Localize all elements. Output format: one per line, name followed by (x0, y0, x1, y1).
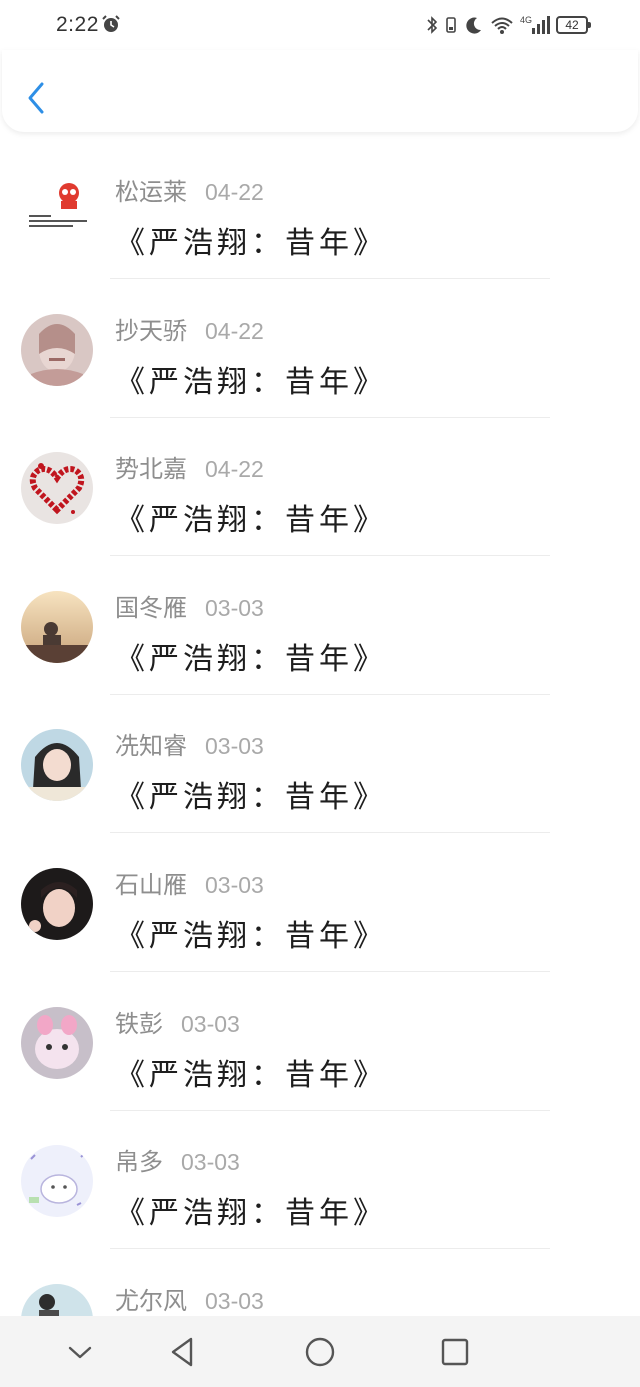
girl-avatar[interactable] (21, 729, 93, 802)
sender-name: 铁彭 (115, 1009, 163, 1038)
home-circle-icon[interactable] (302, 1334, 338, 1370)
item-meta: 石山雁 03-03 (115, 865, 264, 900)
sender-name: 松运莱 (115, 178, 187, 206)
sender-name: 势北嘉 (115, 455, 187, 484)
sender-name: 石山雁 (115, 870, 187, 899)
item-date: 03-03 (205, 1287, 264, 1314)
item-date: 03-03 (205, 733, 264, 760)
item-meta: 帛多 03-03 (115, 1142, 240, 1177)
sender-name: 尤尔风 (115, 1286, 187, 1315)
system-navbar (0, 1316, 640, 1387)
item-message: 《严浩翔：昔年》 (115, 503, 387, 539)
item-meta: 国冬雁 03-03 (115, 588, 264, 623)
item-message: 《严浩翔：昔年》 (115, 641, 387, 677)
item-date: 04-22 (205, 179, 264, 205)
app-header (2, 50, 638, 132)
heart-avatar[interactable] (21, 452, 93, 525)
list-item[interactable]: 铁彭 03-03 《严浩翔：昔年》 (0, 972, 640, 1111)
bluetooth-icon (427, 16, 438, 34)
item-date: 03-03 (205, 871, 264, 898)
list-item[interactable]: 帛多 03-03 《严浩翔：昔年》 (0, 1110, 640, 1250)
item-date: 03-03 (181, 1149, 240, 1176)
sender-name: 国冬雁 (115, 593, 187, 622)
list-item[interactable]: 势北嘉 04-22 《严浩翔：昔年》 (0, 417, 640, 557)
plush-avatar[interactable] (21, 1006, 93, 1079)
battery-icon: 42 (556, 16, 591, 34)
sender-name: 抄天骄 (115, 316, 187, 345)
item-date: 04-22 (205, 456, 264, 483)
item-date: 03-03 (205, 594, 264, 621)
selfie-avatar[interactable] (21, 867, 93, 940)
collapse-icon[interactable] (62, 1334, 98, 1370)
list-item[interactable]: 石山雁 03-03 《严浩翔：昔年》 (0, 833, 640, 972)
item-message: 《严浩翔：昔年》 (115, 1196, 387, 1232)
cartoon-avatar[interactable] (21, 175, 93, 247)
item-message: 《严浩翔：昔年》 (115, 1057, 387, 1093)
recents-square-icon[interactable] (437, 1334, 473, 1370)
status-bar: 2:22 4G 42 (0, 0, 640, 50)
wifi-icon (491, 17, 513, 34)
item-meta: 尤尔风 03-03 (115, 1281, 264, 1316)
alarm-icon (102, 15, 120, 32)
item-message: 《严浩翔：昔年》 (115, 780, 387, 816)
back-triangle-icon[interactable] (165, 1334, 201, 1370)
message-list: 松运莱 04-22 《严浩翔：昔年》 抄天骄 04-22 《严浩翔：昔年》 势北… (0, 140, 640, 1387)
chevron-left-icon[interactable] (20, 78, 52, 118)
item-meta: 冼知睿 03-03 (115, 726, 264, 761)
anime-avatar[interactable] (21, 313, 93, 386)
signal-icon: 4G (520, 15, 550, 34)
vibrate-icon (446, 17, 456, 33)
item-meta: 势北嘉 04-22 (115, 449, 264, 484)
item-meta: 松运莱 04-22 (115, 172, 264, 207)
item-meta: 铁彭 03-03 (115, 1004, 240, 1039)
status-icons: 4G 42 (426, 12, 591, 38)
network-type: 4G (520, 15, 532, 25)
doodle-avatar[interactable] (21, 1145, 93, 1218)
list-item[interactable]: 松运莱 04-22 《严浩翔：昔年》 (0, 140, 640, 279)
sender-name: 帛多 (115, 1148, 163, 1177)
sunset-avatar[interactable] (21, 590, 93, 663)
item-message: 《严浩翔：昔年》 (115, 364, 387, 400)
item-date: 04-22 (205, 317, 264, 344)
item-meta: 抄天骄 04-22 (115, 311, 264, 346)
item-date: 03-03 (181, 1010, 240, 1037)
list-item[interactable]: 国冬雁 03-03 《严浩翔：昔年》 (0, 556, 640, 695)
list-item[interactable]: 抄天骄 04-22 《严浩翔：昔年》 (0, 279, 640, 418)
moon-icon (466, 17, 481, 34)
sender-name: 冼知睿 (115, 732, 187, 761)
status-time: 2:22 (56, 13, 99, 36)
item-message: 《严浩翔：昔年》 (115, 226, 387, 261)
item-message: 《严浩翔：昔年》 (115, 918, 387, 954)
list-item[interactable]: 冼知睿 03-03 《严浩翔：昔年》 (0, 694, 640, 834)
